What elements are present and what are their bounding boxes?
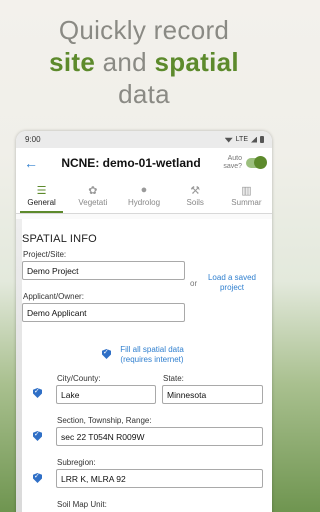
fill-spatial-data-link[interactable]: Fill all spatial data (requires internet… (112, 345, 192, 365)
city-input[interactable]: Lake (56, 385, 156, 404)
fill-link-subtext: (requires internet) (120, 355, 184, 364)
tab-label: General (27, 198, 56, 207)
state-input[interactable]: Minnesota (162, 385, 263, 404)
project-input[interactable]: Demo Project (22, 261, 185, 280)
project-label: Project/Site: (23, 250, 67, 259)
app-bar: ← NCNE: demo-01-wetland Auto save? (16, 148, 272, 178)
tab-label: Soils (186, 198, 204, 207)
phone-screen: 9:00 LTE ← NCNE: demo-01-wetland Auto sa… (16, 131, 272, 512)
or-label: or (190, 279, 198, 288)
tab-vegetation[interactable]: ✿ Vegetati (67, 178, 118, 213)
applicant-input[interactable]: Demo Applicant (22, 303, 185, 322)
tab-bar: ☰ General ✿ Vegetati ● Hydrolog ⚒ Soils … (16, 178, 272, 214)
fill-link-text: Fill all spatial data (120, 345, 184, 354)
tab-label: Hydrolog (128, 198, 161, 207)
soil-map-unit-label: Soil Map Unit: (57, 500, 107, 509)
battery-icon (260, 136, 264, 143)
tab-summary[interactable]: ▥ Summar (221, 178, 272, 213)
shield-check-icon (33, 388, 42, 398)
promo-and: and (95, 47, 155, 77)
wifi-icon (224, 137, 233, 143)
clipboard-icon: ▥ (241, 185, 252, 197)
str-input[interactable]: sec 22 T054N R009W (56, 427, 263, 446)
status-time: 9:00 (25, 135, 41, 144)
tab-label: Summar (231, 198, 262, 207)
form-content: SPATIAL INFO Project/Site: Demo Project … (16, 219, 272, 512)
applicant-label: Applicant/Owner: (23, 292, 84, 301)
state-label: State: (163, 374, 184, 383)
shield-check-icon (33, 431, 42, 441)
back-arrow-icon[interactable]: ← (24, 155, 42, 171)
tab-soils[interactable]: ⚒ Soils (170, 178, 221, 213)
promo-line-1: Quickly record (58, 15, 230, 45)
drop-icon: ● (140, 184, 148, 196)
tab-label: Vegetati (78, 198, 108, 207)
subregion-label: Subregion: (57, 458, 96, 467)
str-label: Section, Township, Range: (57, 416, 152, 425)
shield-check-icon (33, 473, 42, 483)
tab-hydrology[interactable]: ● Hydrolog (118, 178, 169, 213)
promo-spatial: spatial (154, 47, 239, 77)
subregion-input[interactable]: LRR K, MLRA 92 (56, 469, 263, 488)
leaf-icon: ✿ (88, 185, 98, 197)
load-saved-project-link[interactable]: Load a saved project (202, 273, 262, 293)
city-label: City/County: (57, 374, 101, 383)
toggle-knob (254, 156, 267, 169)
app-title: NCNE: demo-01-wetland (61, 156, 201, 170)
tab-general[interactable]: ☰ General (16, 178, 67, 213)
promo-headline: Quickly record site and spatial data (0, 14, 288, 110)
promo-line-2: site and spatial (0, 46, 288, 78)
shovel-icon: ⚒ (190, 185, 201, 197)
autosave-label: Auto save? (223, 155, 242, 170)
promo-line-3: data (118, 79, 170, 109)
promo-site: site (49, 47, 96, 77)
autosave-toggle[interactable] (246, 156, 267, 169)
list-icon: ☰ (36, 185, 47, 197)
network-label: LTE (235, 136, 248, 143)
status-bar: 9:00 LTE (16, 131, 272, 148)
shield-check-icon (102, 349, 111, 359)
signal-icon (251, 136, 257, 143)
section-title: SPATIAL INFO (22, 233, 97, 245)
